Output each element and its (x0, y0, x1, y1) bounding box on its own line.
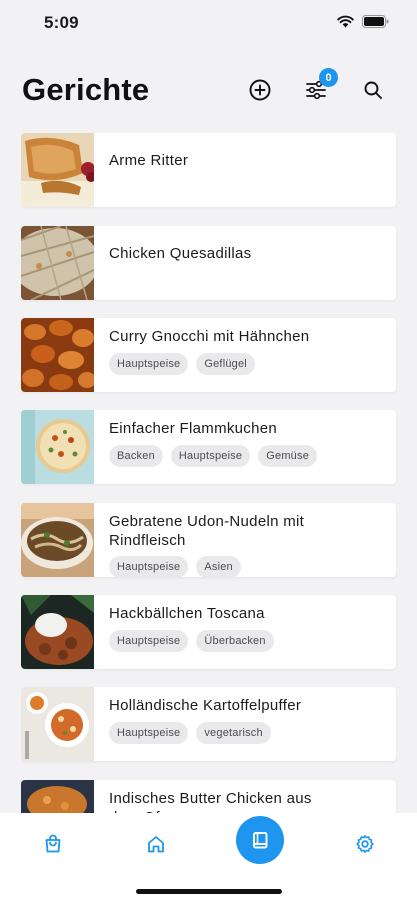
recipe-book-icon (253, 832, 268, 849)
recipe-title: Einfacher Flammkuchen (109, 420, 278, 437)
recipe-card[interactable]: Curry Gnocchi mit Hähnchen Hauptspeise G… (21, 318, 396, 392)
plus-circle-icon (249, 79, 271, 101)
tag-list: Hauptspeise vegetarisch (109, 721, 396, 744)
recipe-card[interactable]: Hackbällchen Toscana Hauptspeise Überbac… (21, 595, 396, 669)
recipe-image (21, 780, 94, 813)
tag: Überbacken (196, 629, 274, 652)
recipe-card[interactable]: Arme Ritter (21, 133, 396, 207)
recipe-title: Curry Gnocchi mit Hähnchen (109, 328, 310, 345)
gear-icon (356, 835, 374, 853)
tag: Hauptspeise (170, 444, 251, 467)
tag: vegetarisch (196, 721, 271, 744)
recipe-image (21, 133, 94, 207)
recipe-image (21, 318, 94, 392)
recipe-title: Holländische Kartoffelpuffer (109, 697, 302, 714)
recipe-title: Arme Ritter (109, 152, 189, 169)
recipe-image (21, 410, 94, 484)
recipe-image (21, 595, 94, 669)
recipe-card[interactable]: Holländische Kartoffelpuffer Hauptspeise… (21, 687, 396, 761)
recipe-list[interactable]: Arme Ritter Chicken Quesadillas Curry Gn… (21, 133, 397, 813)
tag-list: Backen Hauptspeise Gemüse (109, 444, 396, 467)
search-icon (364, 81, 382, 99)
tab-shopping-list[interactable] (38, 829, 68, 859)
tag: Hauptspeise (109, 721, 189, 744)
filter-button[interactable]: 0 (302, 68, 338, 104)
recipe-title: Gebratene Udon-Nudeln mit Rindfleisch (109, 513, 305, 549)
status-bar: 5:09 (0, 0, 417, 48)
recipe-image (21, 687, 94, 761)
recipe-image (21, 226, 94, 300)
tag: Hauptspeise (109, 629, 189, 652)
tag: Backen (109, 444, 163, 467)
bottom-tab-bar (0, 813, 417, 900)
recipe-card[interactable]: Chicken Quesadillas (21, 226, 396, 300)
tag: Hauptspeise (109, 556, 189, 577)
tab-settings[interactable] (350, 829, 380, 859)
home-indicator (136, 889, 282, 894)
header: Gerichte 0 (0, 66, 417, 114)
tag-list: Hauptspeise Überbacken (109, 629, 396, 652)
search-button[interactable] (359, 76, 387, 104)
tag-list: Hauptspeise Geflügel (109, 352, 396, 375)
tab-home[interactable] (141, 829, 171, 859)
recipe-title: Indisches Butter Chicken aus dem Ofen (109, 790, 312, 813)
tag: Gemüse (258, 444, 318, 467)
home-icon (148, 836, 164, 853)
status-icons (337, 15, 389, 28)
filter-count-badge: 0 (319, 68, 338, 87)
tag: Asien (196, 556, 241, 577)
recipe-title: Hackbällchen Toscana (109, 605, 265, 622)
tag-list: Hauptspeise Asien (109, 556, 396, 577)
recipe-card[interactable]: Einfacher Flammkuchen Backen Hauptspeise… (21, 410, 396, 484)
recipe-image (21, 503, 94, 577)
tag: Hauptspeise (109, 352, 189, 375)
status-time: 5:09 (44, 13, 79, 32)
recipe-card[interactable]: Gebratene Udon-Nudeln mit Rindfleisch Ha… (21, 503, 396, 577)
tag: Geflügel (196, 352, 255, 375)
add-recipe-button[interactable] (246, 76, 274, 104)
wifi-icon (337, 15, 354, 28)
battery-icon (362, 15, 389, 28)
page-title: Gerichte (22, 72, 150, 107)
recipe-title: Chicken Quesadillas (109, 245, 252, 262)
tab-recipes[interactable] (236, 816, 284, 864)
recipe-card[interactable]: Indisches Butter Chicken aus dem Ofen (21, 780, 396, 813)
shopping-bag-icon (45, 834, 61, 853)
